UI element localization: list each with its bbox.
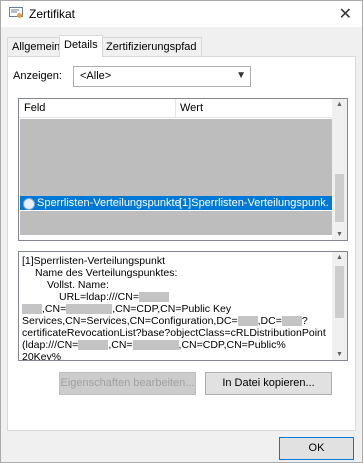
show-select[interactable]: <Alle> ▼ (73, 66, 251, 87)
detail-textbox[interactable]: [1]Sperrlisten-Verteilungspunkt Name des… (18, 251, 348, 361)
certificate-icon (9, 7, 23, 18)
detail-scroll-thumb[interactable] (335, 266, 344, 318)
redacted-text (78, 340, 109, 351)
scroll-up-icon[interactable]: ▲ (336, 254, 343, 261)
detail-text: ,CN= (108, 339, 133, 351)
detail-line: Vollst. Name: (47, 279, 109, 291)
column-header-field[interactable]: Feld (24, 102, 45, 114)
tab-general[interactable]: Allgemein (7, 37, 66, 56)
detail-line: Name des Verteilungspunktes: (35, 267, 178, 279)
detail-line: (ldap:///CN= ,CN= ,CN=CDP,CN=Public% (22, 339, 286, 351)
copy-to-file-button[interactable]: In Datei kopieren... (205, 372, 332, 395)
detail-line: [1]Sperrlisten-Verteilungspunkt (22, 255, 165, 267)
column-divider (175, 99, 176, 117)
scroll-down-icon[interactable]: ▼ (336, 351, 343, 358)
selected-field-value: [1]Sperrlisten-Verteilungspunk... (179, 197, 329, 209)
list-item-selected[interactable]: Sperrlisten-Verteilungspunkte [1]Sperrli… (20, 196, 332, 210)
field-list[interactable]: Feld Wert Sperrlisten-Verteilungspunkte … (18, 98, 348, 241)
scroll-down-icon[interactable]: ▼ (336, 231, 343, 238)
list-header: Feld Wert (19, 99, 347, 118)
list-scrollbar[interactable]: ▲ ▼ (332, 99, 347, 240)
certificate-window: Zertifikat ✕ Allgemein Details Zertifizi… (0, 0, 363, 463)
redacted-text (237, 316, 258, 327)
scroll-up-icon[interactable]: ▲ (336, 101, 343, 108)
detail-line: certificateRevocationList?base?objectCla… (22, 327, 326, 339)
detail-text: URL=ldap:///CN= (59, 291, 139, 303)
detail-text: (ldap:///CN= (22, 339, 79, 351)
close-icon[interactable]: ✕ (339, 4, 352, 24)
detail-text: ,DC= (257, 315, 282, 327)
redacted-text (66, 304, 113, 315)
detail-line-url: URL=ldap:///CN= (59, 291, 169, 303)
tab-certification-path[interactable]: Zertifizierungspfad (101, 37, 202, 56)
redacted-text (132, 340, 179, 351)
detail-text: Services,CN=Services,CN=Configuration,DC… (22, 315, 238, 327)
tab-details[interactable]: Details (59, 35, 103, 57)
ok-button[interactable]: OK (279, 437, 354, 460)
show-label: Anzeigen: (13, 70, 62, 82)
list-scroll-thumb[interactable] (335, 174, 344, 222)
title-bar: Zertifikat ✕ (1, 1, 362, 27)
detail-text: ? (301, 315, 308, 327)
detail-line: ,CN= ,CN=CDP,CN=Public Key (22, 303, 231, 315)
field-icon (23, 198, 35, 210)
redacted-rows-lower (20, 211, 332, 235)
show-select-value: <Alle> (80, 70, 112, 82)
detail-text: ,CN=CDP,CN=Public% (178, 339, 286, 351)
redacted-rows (20, 119, 332, 203)
detail-scrollbar[interactable]: ▲ ▼ (332, 252, 347, 360)
selected-field-name: Sperrlisten-Verteilungspunkte (37, 197, 181, 209)
detail-text: ,CN=CDP,CN=Public Key (112, 303, 232, 315)
edit-properties-button[interactable]: Eigenschaften bearbeiten... (59, 372, 196, 395)
chevron-down-icon: ▼ (236, 70, 246, 81)
redacted-text (281, 316, 302, 327)
column-header-value[interactable]: Wert (180, 102, 203, 114)
redacted-text (138, 292, 169, 303)
window-title: Zertifikat (29, 7, 76, 21)
detail-line: 20Key% (22, 351, 62, 361)
redacted-text (22, 304, 42, 315)
detail-line: Services,CN=Services,CN=Configuration,DC… (22, 315, 308, 327)
